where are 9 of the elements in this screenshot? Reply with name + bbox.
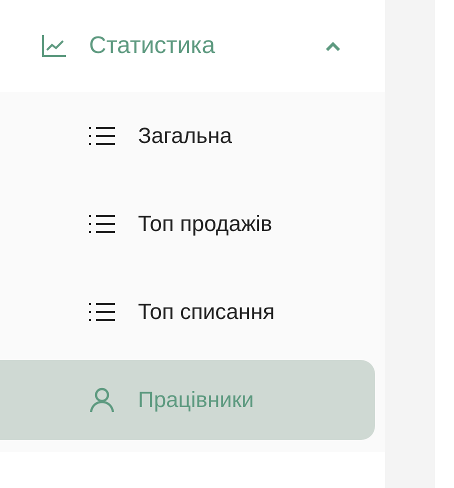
- submenu-item[interactable]: Загальна: [0, 96, 375, 176]
- chevron-icon: [325, 41, 341, 51]
- chart-icon: [42, 35, 66, 57]
- submenu-item[interactable]: Топ продажів: [0, 184, 375, 264]
- list-icon: [88, 125, 116, 147]
- person-icon: [88, 387, 116, 413]
- list-icon: [88, 213, 116, 235]
- submenu-item[interactable]: Топ списання: [0, 272, 375, 352]
- list-icon: [88, 301, 116, 323]
